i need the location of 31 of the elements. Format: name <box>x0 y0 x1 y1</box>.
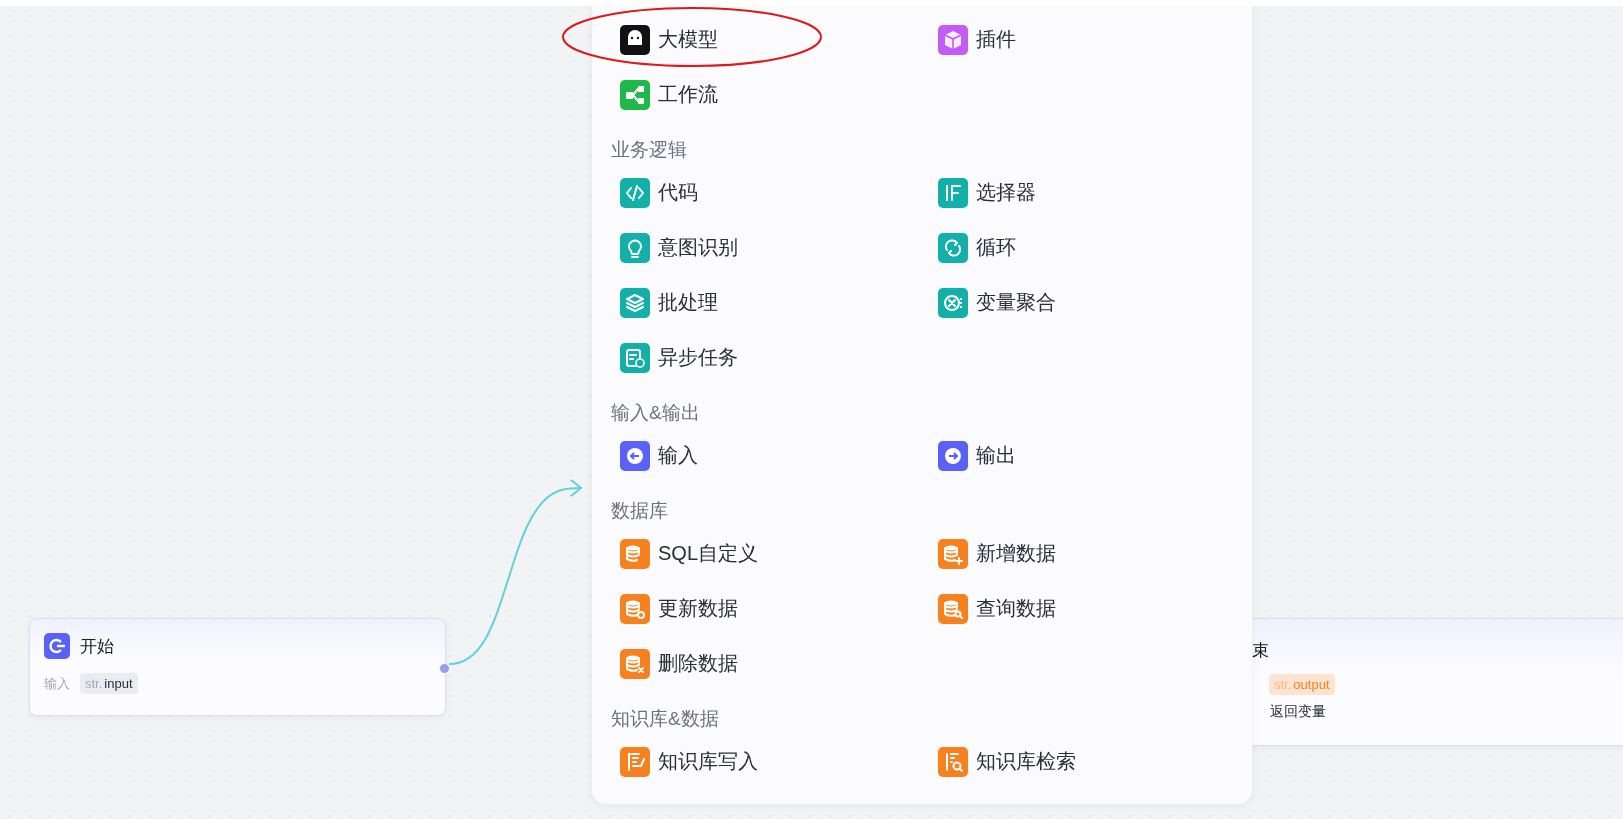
menu-item[interactable]: 大模型 <box>620 12 938 67</box>
menu-item[interactable]: 更新数据 <box>620 581 938 636</box>
menu-item[interactable]: 异步任务 <box>620 330 938 385</box>
menu-item[interactable]: 变量聚合 <box>938 275 1238 330</box>
section-heading: 输入&输出 <box>611 401 701 425</box>
node-title: 束 <box>1252 640 1270 662</box>
menu-item[interactable]: 选择器 <box>938 165 1238 220</box>
menu-item[interactable]: 输入 <box>620 428 938 483</box>
menu-item[interactable]: 循环 <box>938 220 1238 275</box>
menu-item[interactable]: 知识库写入 <box>620 734 938 789</box>
menu-item[interactable]: 意图识别 <box>620 220 938 275</box>
menu-item[interactable]: 新增数据 <box>938 526 1238 581</box>
menu-item[interactable]: 代码 <box>620 165 938 220</box>
menu-item[interactable]: 查询数据 <box>938 581 1238 636</box>
connection-port[interactable] <box>439 663 450 674</box>
start-icon <box>44 633 70 659</box>
menu-item[interactable]: 输出 <box>938 428 1238 483</box>
section-heading: 知识库&数据 <box>611 707 720 731</box>
section-heading: 数据库 <box>611 499 669 523</box>
menu-item[interactable]: SQL自定义 <box>620 526 938 581</box>
return-text: 返回变量 <box>1270 703 1326 721</box>
variable-tag: str.output <box>1269 674 1335 695</box>
field-label: 输入 <box>44 674 70 693</box>
menu-item[interactable]: 删除数据 <box>620 636 938 691</box>
menu-item[interactable]: 插件 <box>938 12 1238 67</box>
menu-item[interactable]: 工作流 <box>620 67 938 122</box>
node-title: 开始 <box>80 635 114 658</box>
menu-item[interactable]: 知识库检索 <box>938 734 1238 789</box>
variable-tag: str.input <box>80 673 138 694</box>
menu-item[interactable]: 批处理 <box>620 275 938 330</box>
section-heading: 业务逻辑 <box>611 138 688 162</box>
